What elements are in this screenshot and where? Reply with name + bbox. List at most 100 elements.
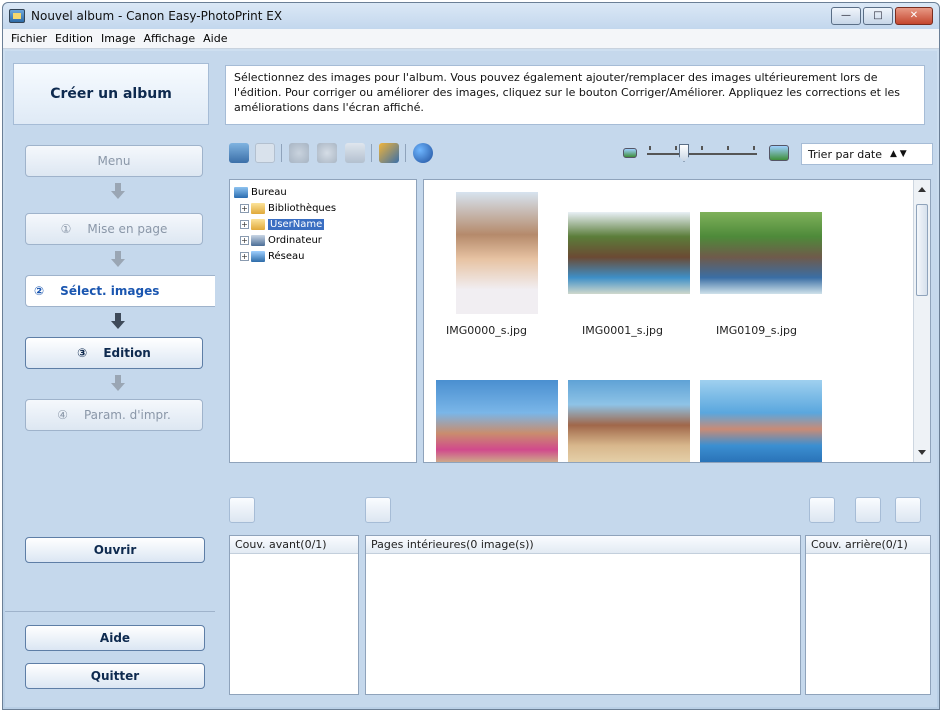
step-select-images-label: Sélect. images (60, 284, 160, 298)
correct-enhance-icon[interactable] (289, 143, 309, 163)
toolbar-separator (281, 144, 282, 162)
expand-icon[interactable]: + (240, 219, 249, 229)
scroll-down-icon[interactable] (918, 450, 926, 455)
inner-pages-panel: Pages intérieures(0 image(s)) (365, 535, 801, 695)
step-edition-label: Edition (103, 346, 151, 360)
deselect-all-icon[interactable] (255, 143, 275, 163)
tree-item-label: UserName (268, 218, 325, 230)
thumbnail-scrollbar[interactable] (913, 180, 930, 462)
photo-thumbnail[interactable] (568, 212, 690, 294)
maximize-button[interactable]: □ (863, 7, 893, 25)
add-back-cover-button[interactable] (809, 497, 835, 523)
select-all-icon[interactable] (229, 143, 249, 163)
tree-item-label: Réseau (268, 250, 305, 262)
front-cover-panel: Couv. avant(0/1) (229, 535, 359, 695)
photo-thumbnail[interactable] (700, 380, 822, 462)
menu-affichage[interactable]: Affichage (139, 32, 199, 45)
step-select-images-tab[interactable]: ② Sélect. images (25, 275, 215, 307)
special-filters-icon[interactable] (379, 143, 399, 163)
remove-image-button[interactable] (895, 497, 921, 523)
step-arrow-icon (111, 375, 125, 391)
internet-icon[interactable] (413, 143, 433, 163)
maximize-icon: □ (873, 10, 883, 21)
help-button[interactable]: Aide (25, 625, 205, 651)
content-pane: Sélectionnez des images pour l'album. Vo… (219, 51, 935, 707)
expand-icon[interactable]: + (240, 203, 249, 213)
add-front-cover-button[interactable] (229, 497, 255, 523)
tree-item-ordinateur[interactable]: + Ordinateur (240, 232, 322, 248)
tree-item-label: Ordinateur (268, 234, 322, 246)
close-icon: ✕ (909, 10, 919, 21)
menu-bar: Fichier Edition Image Affichage Aide (3, 29, 939, 49)
slider-tick (649, 146, 651, 150)
quit-button[interactable]: Quitter (25, 663, 205, 689)
replace-image-button[interactable] (855, 497, 881, 523)
minimize-icon: — (841, 10, 851, 21)
pane-divider (5, 611, 215, 612)
inner-pages-header: Pages intérieures(0 image(s)) (366, 536, 800, 554)
step-number: ③ (77, 346, 88, 360)
step-layout-button: ① Mise en page (25, 213, 203, 245)
step-print-settings-button: ④ Param. d'impr. (25, 399, 203, 431)
add-inner-page-button[interactable] (365, 497, 391, 523)
photo-thumbnail[interactable] (568, 380, 690, 462)
tree-item-label: Bureau (251, 186, 287, 198)
user-folder-icon (251, 218, 265, 230)
menu-image[interactable]: Image (97, 32, 139, 45)
image-properties-icon[interactable] (345, 143, 365, 163)
zoom-slider-track[interactable] (647, 153, 757, 155)
step-edition-button[interactable]: ③ Edition (25, 337, 203, 369)
computer-icon (251, 234, 265, 246)
step-arrow-icon (111, 183, 125, 199)
zoom-in-icon[interactable] (769, 145, 789, 161)
zoom-slider-thumb[interactable] (679, 144, 689, 162)
tree-item-label: Bibliothèques (268, 202, 337, 214)
thumbnail-caption: IMG0000_s.jpg (446, 324, 528, 337)
instructions-text: Sélectionnez des images pour l'album. Vo… (225, 65, 925, 125)
step-arrow-icon (111, 251, 125, 267)
scroll-up-icon[interactable] (918, 187, 926, 192)
expand-icon[interactable]: + (240, 235, 249, 245)
step-arrow-icon (111, 313, 125, 329)
sort-label: Trier par date (808, 147, 883, 161)
navigation-pane: Créer un album Menu ① Mise en page ② Sél… (5, 51, 215, 707)
thumbnail-area: IMG0000_s.jpg IMG0001_s.jpg IMG0109_s.jp… (423, 179, 931, 463)
minimize-button[interactable]: — (831, 7, 861, 25)
menu-edition[interactable]: Edition (51, 32, 97, 45)
step-menu-label: Menu (97, 154, 131, 168)
app-icon (9, 9, 25, 23)
desktop-icon (234, 186, 248, 198)
tree-item-username[interactable]: + UserName (240, 216, 325, 232)
main-window: Nouvel album - Canon Easy-PhotoPrint EX … (2, 2, 940, 710)
step-layout-label: Mise en page (87, 222, 168, 236)
toolbar-separator (371, 144, 372, 162)
image-toolbar: Trier par date ▲ ▼ (225, 141, 933, 167)
back-cover-header: Couv. arrière(0/1) (806, 536, 930, 554)
open-button[interactable]: Ouvrir (25, 537, 205, 563)
menu-aide[interactable]: Aide (199, 32, 231, 45)
sort-dropdown[interactable]: Trier par date ▲ ▼ (801, 143, 933, 165)
menu-fichier[interactable]: Fichier (7, 32, 51, 45)
slider-tick (701, 146, 703, 150)
step-print-settings-label: Param. d'impr. (83, 408, 171, 422)
rotate-icon[interactable] (317, 143, 337, 163)
close-button[interactable]: ✕ (895, 7, 933, 25)
step-menu-button: Menu (25, 145, 203, 177)
tree-item-reseau[interactable]: + Réseau (240, 248, 304, 264)
photo-thumbnail[interactable] (456, 192, 538, 314)
slider-tick (727, 146, 729, 150)
sort-arrows-icon[interactable]: ▲ ▼ (890, 149, 907, 159)
tree-item-bibliotheques[interactable]: + Bibliothèques (240, 200, 336, 216)
thumbnail-caption: IMG0001_s.jpg (582, 324, 664, 337)
step-number: ④ (57, 408, 68, 422)
expand-icon[interactable]: + (240, 251, 249, 261)
photo-thumbnail[interactable] (436, 380, 558, 462)
zoom-out-icon[interactable] (623, 148, 637, 158)
photo-thumbnail[interactable] (700, 212, 822, 294)
tree-item-bureau[interactable]: Bureau (234, 184, 287, 200)
back-cover-panel: Couv. arrière(0/1) (805, 535, 931, 695)
library-folder-icon (251, 202, 265, 214)
scrollbar-thumb[interactable] (916, 204, 928, 296)
network-icon (251, 250, 265, 262)
folder-tree: Bureau + Bibliothèques + UserName + Ordi… (229, 179, 417, 463)
